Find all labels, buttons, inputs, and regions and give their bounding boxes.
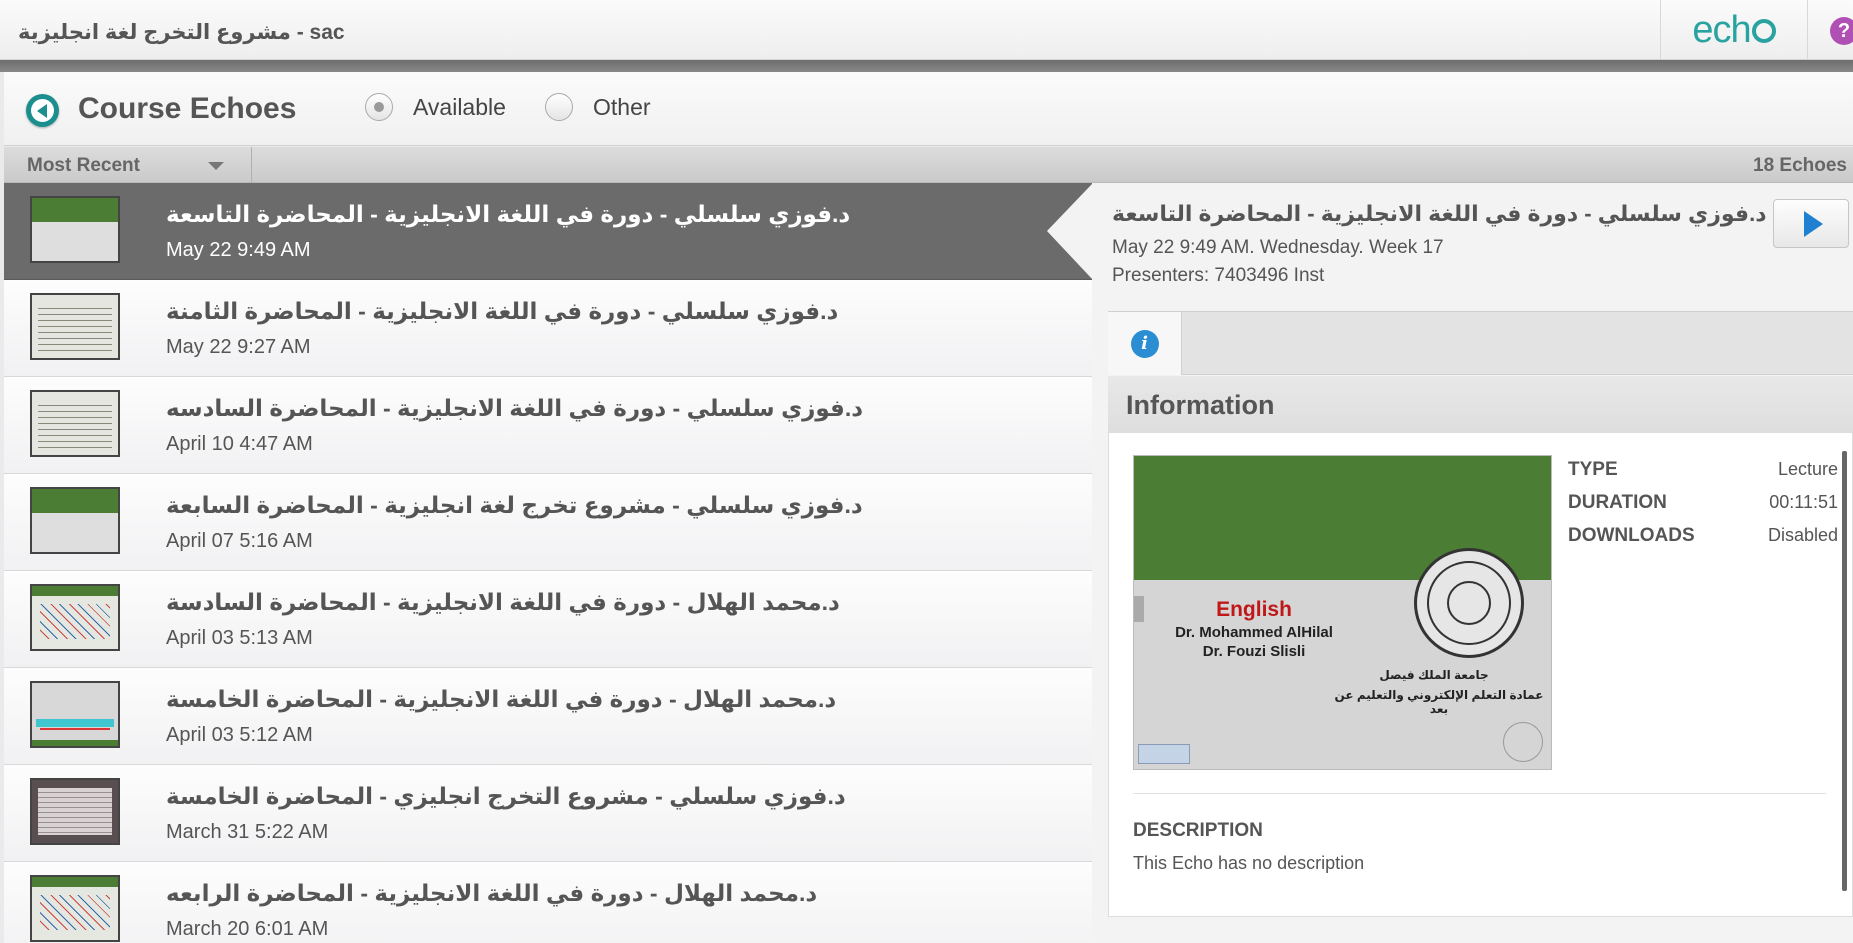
page-title: Course Echoes [78, 92, 297, 125]
echo-title: د.فوزي سلسلي - دورة في اللغة الانجليزية … [166, 395, 864, 421]
echo-title: د.فوزي سلسلي - مشروع تخرج لغة انجليزية -… [166, 492, 863, 518]
preview-heading: English [1216, 598, 1292, 621]
preview-presenter-1: Dr. Mohammed AlHilal [1175, 624, 1333, 641]
filter-available-radio[interactable]: Available [365, 93, 506, 121]
play-icon [1803, 210, 1823, 237]
echo-thumbnail [30, 875, 120, 942]
meta-type: TYPE Lecture [1568, 455, 1838, 488]
echo-date: April 03 5:12 AM [166, 724, 313, 746]
echo-date: April 07 5:16 AM [166, 530, 313, 552]
echo-thumbnail [30, 681, 120, 748]
play-button[interactable] [1773, 199, 1849, 248]
echo-date: May 22 9:27 AM [166, 336, 311, 358]
echo-thumbnail [30, 390, 120, 457]
echo-list-item[interactable]: د.فوزي سلسلي - دورة في اللغة الانجليزية … [4, 183, 1092, 280]
meta-value: Lecture [1777, 459, 1838, 479]
echo-list-item[interactable]: د.محمد الهلال - دورة في اللغة الانجليزية… [4, 668, 1092, 765]
info-scrollbar[interactable] [1842, 451, 1847, 891]
top-bar: مشروع التخرج لغة انجليزية - sac ech ? [0, 0, 1853, 60]
divider [1133, 793, 1826, 794]
meta-downloads: DOWNLOADS Disabled [1568, 521, 1838, 554]
detail-title: د.فوزي سلسلي - دورة في اللغة الانجليزية … [1112, 201, 1767, 226]
echo-list-item[interactable]: د.فوزي سلسلي - مشروع تخرج لغة انجليزية -… [4, 474, 1092, 571]
echo-date: March 31 5:22 AM [166, 821, 329, 843]
echo-title: د.محمد الهلال - دورة في اللغة الانجليزية… [166, 589, 840, 615]
filter-available-label: Available [413, 93, 506, 120]
echo-date: April 10 4:47 AM [166, 433, 313, 455]
echo-list-item[interactable]: د.محمد الهلال - دورة في اللغة الانجليزية… [4, 862, 1092, 943]
echo-count: 18 Echoes [1753, 155, 1847, 176]
information-heading: Information [1126, 390, 1275, 420]
radio-selected-icon [365, 93, 393, 121]
radio-empty-icon [545, 93, 573, 121]
preview-university-name: جامعة الملك فيصل [1379, 668, 1489, 682]
echo-thumbnail [30, 196, 120, 263]
detail-presenters: Presenters: 7403496 Inst [1112, 265, 1325, 286]
back-button[interactable] [26, 94, 59, 127]
university-seal-icon [1414, 548, 1524, 658]
echo-date: March 20 6:01 AM [166, 918, 329, 940]
echo-thumbnail [30, 778, 120, 845]
meta-key: TYPE [1568, 459, 1618, 480]
echo-list-item[interactable]: د.فوزي سلسلي - دورة في اللغة الانجليزية … [4, 280, 1092, 377]
filter-other-radio[interactable]: Other [545, 93, 651, 121]
meta-duration: DURATION 00:11:51 [1568, 488, 1838, 521]
information-card: English Dr. Mohammed AlHilal Dr. Fouzi S… [1108, 432, 1853, 917]
echo-list-item[interactable]: د.محمد الهلال - دورة في اللغة الانجليزية… [4, 571, 1092, 668]
echo-list-item[interactable]: د.فوزي سلسلي - دورة في اللغة الانجليزية … [4, 377, 1092, 474]
meta-key: DURATION [1568, 492, 1667, 513]
preview-presenter-2: Dr. Fouzi Slisli [1202, 643, 1306, 660]
echo-date: April 03 5:13 AM [166, 627, 313, 649]
tab-information[interactable]: i [1108, 312, 1182, 375]
echo-logo-text: ech [1692, 9, 1776, 52]
echo-thumbnail [30, 487, 120, 554]
detail-date-meta: May 22 9:49 AM. Wednesday. Week 17 [1112, 237, 1444, 258]
echo-title: د.محمد الهلال - دورة في اللغة الانجليزية… [166, 686, 837, 712]
sort-bar: Most Recent 18 Echoes [4, 147, 1853, 183]
echo-title: د.محمد الهلال - دورة في اللغة الانجليزية… [166, 880, 818, 906]
detail-tab-strip: i [1108, 311, 1853, 375]
sort-dropdown-label: Most Recent [27, 155, 140, 176]
meta-value: 00:11:51 [1769, 492, 1838, 512]
course-echoes-header: Course Echoes Available Other [4, 72, 1853, 146]
description-heading: DESCRIPTION [1133, 820, 1263, 841]
stamp-icon [1503, 722, 1543, 762]
logo-o-icon [1751, 18, 1776, 43]
echo-detail-pane: د.فوزي سلسلي - دورة في اللغة الانجليزية … [1092, 183, 1853, 943]
echo-thumbnail [30, 293, 120, 360]
echo-title: د.فوزي سلسلي - مشروع التخرج انجليزي - ال… [166, 783, 846, 809]
echo-logo[interactable]: ech [1660, 0, 1808, 60]
info-icon: i [1130, 329, 1159, 358]
help-icon[interactable]: ? [1830, 17, 1853, 45]
header-shadow [0, 60, 1853, 72]
echo-preview-image[interactable]: English Dr. Mohammed AlHilal Dr. Fouzi S… [1133, 455, 1552, 770]
chevron-down-icon [208, 162, 224, 170]
meta-key: DOWNLOADS [1568, 525, 1695, 546]
sort-dropdown[interactable]: Most Recent [4, 147, 252, 183]
information-header: Information [1108, 376, 1853, 432]
echo-date: May 22 9:49 AM [166, 239, 311, 261]
echo-title: د.فوزي سلسلي - دورة في اللغة الانجليزية … [166, 298, 839, 324]
meta-value: Disabled [1767, 525, 1838, 545]
course-title: مشروع التخرج لغة انجليزية - sac [18, 21, 345, 44]
echo-list-item[interactable]: د.فوزي سلسلي - مشروع التخرج انجليزي - ال… [4, 765, 1092, 862]
echo-metadata: TYPE Lecture DURATION 00:11:51 DOWNLOADS… [1568, 455, 1838, 554]
echo-title: د.فوزي سلسلي - دورة في اللغة الانجليزية … [166, 201, 851, 227]
description-text: This Echo has no description [1133, 853, 1365, 873]
echo-thumbnail [30, 584, 120, 651]
preview-deanship-name: عمادة التعلم الإلكتروني والتعليم عن بعد [1334, 688, 1544, 716]
echo-list: د.فوزي سلسلي - دورة في اللغة الانجليزية … [4, 183, 1092, 943]
filter-other-label: Other [593, 93, 651, 120]
preview-toolbar-icon [1138, 744, 1190, 764]
back-arrow-icon [31, 99, 54, 122]
